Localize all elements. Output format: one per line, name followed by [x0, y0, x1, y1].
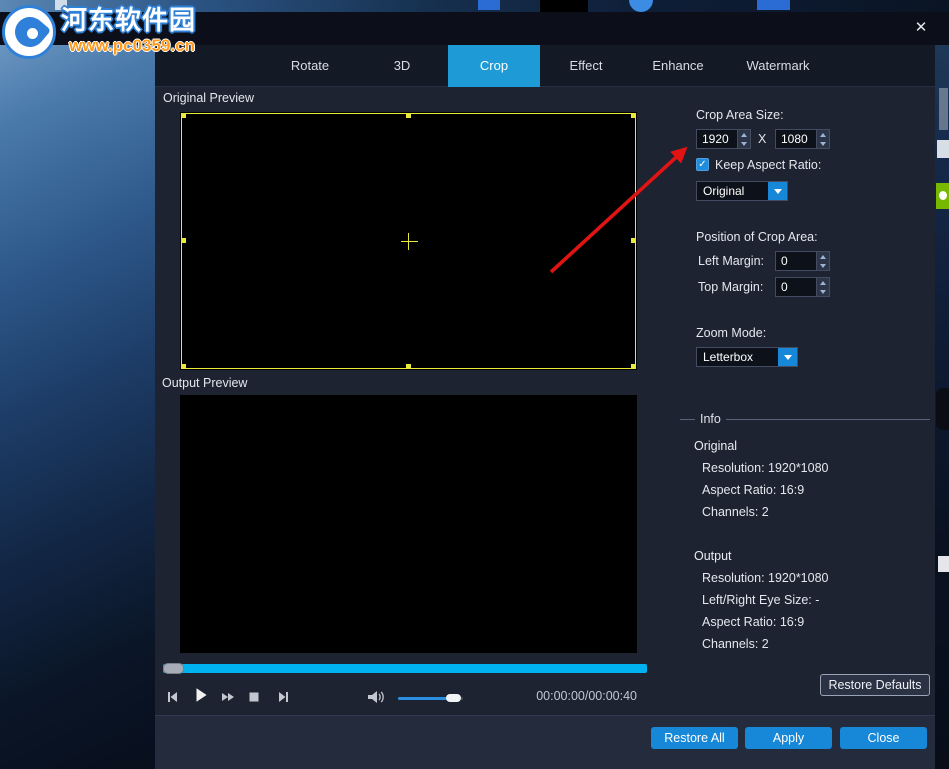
- crop-handle[interactable]: [181, 113, 186, 118]
- zoom-mode-label: Zoom Mode:: [696, 326, 767, 340]
- desktop-background-right: [935, 0, 949, 769]
- volume-slider[interactable]: [398, 694, 463, 702]
- site-watermark: 河东软件园 www.pc0359.cn: [2, 5, 196, 59]
- tab-effect[interactable]: Effect: [540, 45, 632, 87]
- fast-forward-button[interactable]: [220, 689, 236, 705]
- previous-button[interactable]: [164, 689, 180, 705]
- tab-rotate[interactable]: Rotate: [264, 45, 356, 87]
- desktop-background-left: [0, 0, 155, 769]
- restore-all-button[interactable]: Restore All: [651, 727, 738, 749]
- crop-handle[interactable]: [631, 238, 636, 243]
- crop-handle[interactable]: [181, 364, 186, 369]
- top-margin-label: Top Margin:: [698, 280, 764, 294]
- dialog-footer: Restore All Apply Close: [155, 715, 935, 769]
- tab-enhance[interactable]: Enhance: [632, 45, 724, 87]
- dropdown-arrow-icon[interactable]: [778, 348, 797, 366]
- crop-width-spinner[interactable]: 1920: [696, 129, 751, 149]
- position-label: Position of Crop Area:: [696, 230, 818, 244]
- window-fragment: [540, 0, 588, 12]
- spin-up-arrow-icon[interactable]: [817, 130, 829, 139]
- crop-width-value[interactable]: 1920: [697, 130, 737, 148]
- crop-settings-panel: Crop Area Size: 1920 X 1080 ✓ Keep Aspec…: [663, 87, 935, 715]
- dropdown-arrow-icon[interactable]: [768, 182, 787, 200]
- spin-up-arrow-icon[interactable]: [817, 252, 829, 261]
- site-logo-icon: [2, 5, 56, 59]
- keep-aspect-label: Keep Aspect Ratio:: [715, 158, 822, 172]
- crop-height-spinner[interactable]: 1080: [775, 129, 830, 149]
- edit-dialog: Rotate 3D Crop Effect Enhance Watermark …: [155, 45, 935, 769]
- close-icon[interactable]: ✕: [912, 19, 930, 37]
- play-button[interactable]: [192, 686, 210, 704]
- desktop-fragment: [939, 88, 948, 130]
- crop-handle[interactable]: [405, 364, 411, 369]
- spin-down-arrow-icon[interactable]: [817, 287, 829, 296]
- size-separator-label: X: [758, 132, 767, 146]
- crop-area-rectangle[interactable]: [181, 113, 636, 369]
- left-margin-spinner[interactable]: 0: [775, 251, 830, 271]
- spin-down-arrow-icon[interactable]: [817, 139, 829, 148]
- crop-center-crosshair: [408, 233, 409, 250]
- spin-down-arrow-icon[interactable]: [817, 261, 829, 270]
- stop-button[interactable]: [248, 691, 260, 703]
- info-header: Info: [695, 412, 726, 426]
- window-fragment: [757, 0, 790, 10]
- output-preview-video: [180, 395, 637, 653]
- info-original-header: Original: [694, 439, 738, 453]
- seek-handle[interactable]: [163, 663, 184, 674]
- left-margin-value[interactable]: 0: [776, 252, 816, 270]
- spin-up-arrow-icon[interactable]: [738, 130, 750, 139]
- tab-3d[interactable]: 3D: [356, 45, 448, 87]
- zoom-mode-value: Letterbox: [703, 350, 754, 364]
- crop-height-value[interactable]: 1080: [776, 130, 816, 148]
- crop-handle[interactable]: [181, 238, 186, 243]
- crop-center-crosshair: [400, 240, 418, 242]
- volume-handle[interactable]: [446, 694, 461, 702]
- desktop-fragment: [938, 556, 949, 572]
- left-margin-label: Left Margin:: [698, 254, 765, 268]
- info-row: Resolution: 1920*1080: [702, 571, 829, 585]
- volume-fill: [398, 697, 453, 700]
- time-display: 00:00:00/00:00:40: [536, 689, 637, 703]
- info-row: Resolution: 1920*1080: [702, 461, 829, 475]
- keep-aspect-checkbox[interactable]: ✓: [696, 158, 709, 171]
- apply-button[interactable]: Apply: [745, 727, 832, 749]
- crop-handle[interactable]: [631, 113, 636, 118]
- tab-bar: Rotate 3D Crop Effect Enhance Watermark: [155, 45, 935, 87]
- nvidia-badge-fragment: [936, 183, 949, 209]
- spin-down-arrow-icon[interactable]: [738, 139, 750, 148]
- desktop-fragment: [936, 388, 949, 430]
- watermark-site-url: www.pc0359.cn: [69, 36, 195, 55]
- original-preview-video: [180, 112, 637, 370]
- output-preview-label: Output Preview: [162, 376, 248, 390]
- info-row: Left/Right Eye Size: -: [702, 593, 820, 607]
- tab-crop[interactable]: Crop: [448, 45, 540, 87]
- info-output-header: Output: [694, 549, 732, 563]
- window-fragment: [629, 0, 653, 12]
- next-button[interactable]: [276, 689, 292, 705]
- info-row: Channels: 2: [702, 637, 769, 651]
- seek-bar[interactable]: [163, 663, 647, 674]
- crop-handle[interactable]: [405, 113, 411, 118]
- original-preview-label: Original Preview: [163, 91, 255, 105]
- aspect-ratio-dropdown[interactable]: Original: [696, 181, 788, 201]
- aspect-ratio-value: Original: [703, 184, 745, 198]
- desktop-fragment: [937, 140, 949, 158]
- info-row: Channels: 2: [702, 505, 769, 519]
- top-margin-spinner[interactable]: 0: [775, 277, 830, 297]
- info-group: Info Original Resolution: 1920*1080 Aspe…: [680, 412, 930, 664]
- info-row: Aspect Ratio: 16:9: [702, 615, 805, 629]
- top-margin-value[interactable]: 0: [776, 278, 816, 296]
- crop-handle[interactable]: [631, 364, 636, 369]
- crop-area-size-label: Crop Area Size:: [696, 108, 784, 122]
- info-row: Aspect Ratio: 16:9: [702, 483, 805, 497]
- spin-up-arrow-icon[interactable]: [817, 278, 829, 287]
- restore-defaults-button[interactable]: Restore Defaults: [820, 674, 930, 696]
- watermark-site-name: 河东软件园: [61, 5, 197, 35]
- close-button[interactable]: Close: [840, 727, 927, 749]
- window-fragment: [478, 0, 500, 10]
- tab-watermark[interactable]: Watermark: [724, 45, 832, 87]
- volume-icon[interactable]: [367, 689, 385, 705]
- zoom-mode-dropdown[interactable]: Letterbox: [696, 347, 798, 367]
